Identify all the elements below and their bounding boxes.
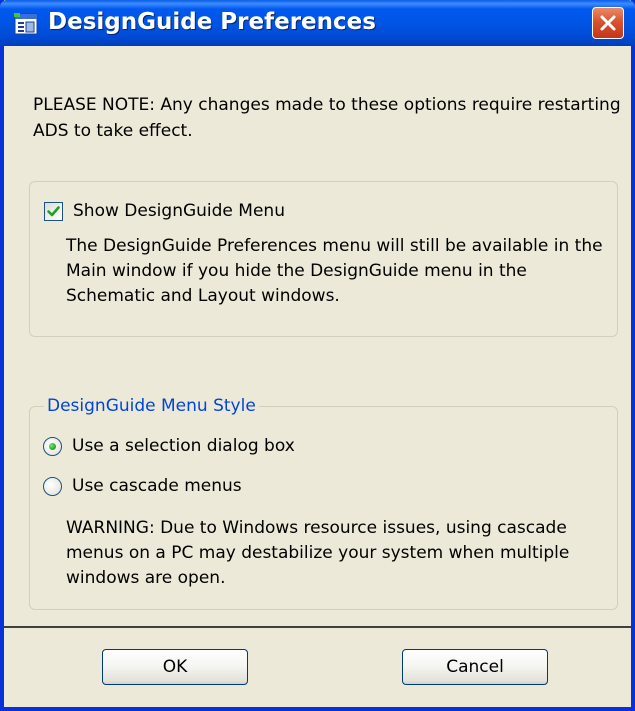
show-menu-checkbox-row[interactable]: Show DesignGuide Menu — [44, 200, 285, 222]
show-menu-description: The DesignGuide Preferences menu will st… — [66, 236, 603, 306]
title-bar[interactable]: DesignGuide Preferences — [0, 0, 635, 46]
close-button[interactable] — [592, 7, 624, 39]
designguide-app-icon — [14, 13, 38, 35]
radio-cascade-menus-label: Use cascade menus — [72, 476, 242, 496]
radio-selected-dot-icon — [49, 442, 56, 450]
radio-selection-dialog-row[interactable]: Use a selection dialog box — [43, 435, 295, 457]
cascade-warning: WARNING: Due to Windows resource issues,… — [66, 518, 570, 588]
radio-cascade-menus-row[interactable]: Use cascade menus — [43, 475, 242, 497]
ok-button[interactable]: OK — [102, 649, 248, 685]
show-menu-label: Show DesignGuide Menu — [73, 201, 285, 221]
restart-note: PLEASE NOTE: Any changes made to these o… — [33, 95, 621, 141]
menu-style-legend: DesignGuide Menu Style — [44, 396, 259, 416]
radio-selection-dialog-label: Use a selection dialog box — [72, 436, 295, 456]
dialog-window: DesignGuide Preferences PLEASE NOTE: Any… — [0, 0, 635, 711]
window-title: DesignGuide Preferences — [48, 9, 376, 35]
show-menu-checkbox[interactable] — [44, 201, 63, 221]
close-icon — [600, 15, 616, 31]
radio-cascade-menus[interactable] — [43, 476, 62, 496]
radio-selection-dialog[interactable] — [43, 436, 62, 456]
checkmark-icon — [47, 205, 60, 216]
dialog-content: PLEASE NOTE: Any changes made to these o… — [4, 46, 631, 707]
cancel-button[interactable]: Cancel — [402, 649, 548, 685]
button-separator — [4, 626, 631, 628]
